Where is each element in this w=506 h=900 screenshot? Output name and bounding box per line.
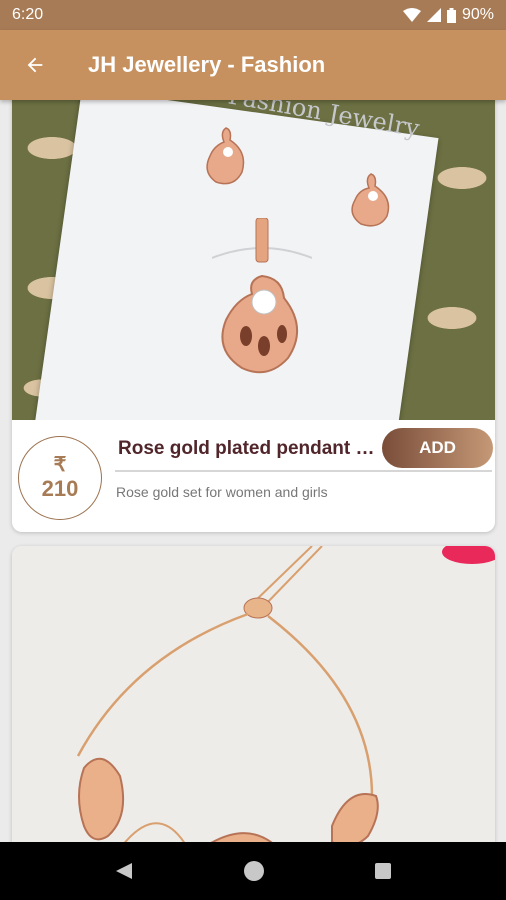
earring-right-icon [351, 173, 390, 227]
product-description: Rose gold set for women and girls [116, 484, 328, 500]
page-title: JH Jewellery - Fashion [88, 52, 326, 77]
product-card[interactable]: Fashion Jewelry ₹ 210 Rose gold plated p… [12, 100, 495, 532]
nav-recents-icon[interactable] [374, 862, 392, 880]
status-time: 6:20 [12, 6, 44, 23]
nav-back-icon[interactable] [114, 861, 134, 881]
product-image[interactable] [12, 546, 495, 842]
battery-icon [446, 7, 456, 23]
currency-symbol: ₹ [53, 454, 67, 476]
status-bar: 6:20 90% [0, 0, 506, 30]
price-value: 210 [41, 476, 79, 501]
product-image[interactable]: Fashion Jewelry [12, 100, 495, 420]
system-nav-bar [0, 842, 506, 900]
earring-left-icon [206, 127, 245, 185]
signal-icon [426, 8, 441, 22]
back-button[interactable] [0, 30, 70, 100]
bracelet-icon [76, 546, 379, 842]
nav-home-icon[interactable] [242, 859, 266, 883]
battery-level: 90% [461, 6, 494, 23]
status-icons: 90% [402, 6, 494, 24]
price-badge: ₹ 210 [18, 436, 102, 520]
product-list[interactable]: Fashion Jewelry ₹ 210 Rose gold plated p… [0, 100, 506, 842]
back-arrow-icon [27, 57, 43, 73]
product-title[interactable]: Rose gold plated pendant s... [118, 438, 380, 460]
divider [115, 470, 492, 472]
pendant-icon [212, 218, 312, 374]
app-bar: JH Jewellery - Fashion [0, 30, 506, 100]
add-button[interactable]: ADD [382, 428, 493, 468]
wifi-icon [402, 8, 421, 22]
product-card[interactable] [12, 546, 495, 842]
